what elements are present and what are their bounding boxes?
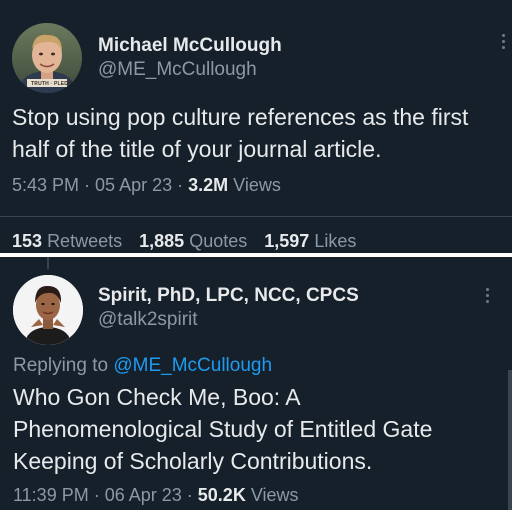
author-name[interactable]: Spirit, PhD, LPC, NCC, CPCS [98, 285, 359, 307]
avatar[interactable] [13, 275, 83, 345]
replying-mention-link[interactable]: @ME_McCullough [113, 355, 272, 376]
stats-divider [0, 216, 512, 217]
screenshot-collage: TRUTH · PLEDGE Michael McCullough @ME_Mc… [0, 0, 512, 510]
engagement-stats: 153 Retweets 1,885 Quotes 1,597 Likes [12, 231, 368, 252]
views-count: 50.2K [197, 485, 246, 505]
more-options-icon[interactable] [484, 288, 490, 303]
views-label: Views [233, 175, 281, 195]
tweet-date[interactable]: 05 Apr 23 [95, 175, 172, 195]
views-count: 3.2M [188, 175, 229, 195]
tweet-meta: 5:43 PM · 05 Apr 23 · 3.2M Views [12, 175, 281, 195]
tweet-text: Stop using pop culture references as the… [12, 104, 469, 162]
replying-to: Replying to @ME_McCullough [13, 355, 272, 377]
thread-line [47, 257, 49, 269]
views-label: Views [250, 485, 299, 505]
tweet-reply: Spirit, PhD, LPC, NCC, CPCS @talk2spirit… [0, 257, 512, 510]
tweet-meta: 11:39 PM · 06 Apr 23 · 50.2K Views [13, 485, 299, 505]
tweet-original: TRUTH · PLEDGE Michael McCullough @ME_Mc… [0, 0, 512, 253]
author-handle[interactable]: @ME_McCullough [98, 59, 257, 81]
likes-stat[interactable]: 1,597 Likes [264, 231, 356, 251]
tweet-date[interactable]: 06 Apr 23 [105, 485, 182, 505]
replying-prefix: Replying to [13, 355, 109, 376]
tweet-time[interactable]: 11:39 PM [13, 485, 89, 505]
scrollbar[interactable] [508, 370, 512, 510]
retweets-stat[interactable]: 153 Retweets [12, 231, 122, 251]
avatar[interactable]: TRUTH · PLEDGE [12, 23, 82, 93]
tweet-time[interactable]: 5:43 PM [12, 175, 79, 195]
avatar-photo [13, 275, 83, 345]
author-name[interactable]: Michael McCullough [98, 35, 282, 57]
avatar-badge-text: TRUTH · PLEDGE [31, 81, 76, 87]
author-handle[interactable]: @talk2spirit [98, 309, 198, 331]
more-options-icon[interactable] [500, 34, 506, 49]
quotes-stat[interactable]: 1,885 Quotes [139, 231, 247, 251]
tweet-text: Who Gon Check Me, Boo: A Phenomenologica… [13, 384, 433, 474]
